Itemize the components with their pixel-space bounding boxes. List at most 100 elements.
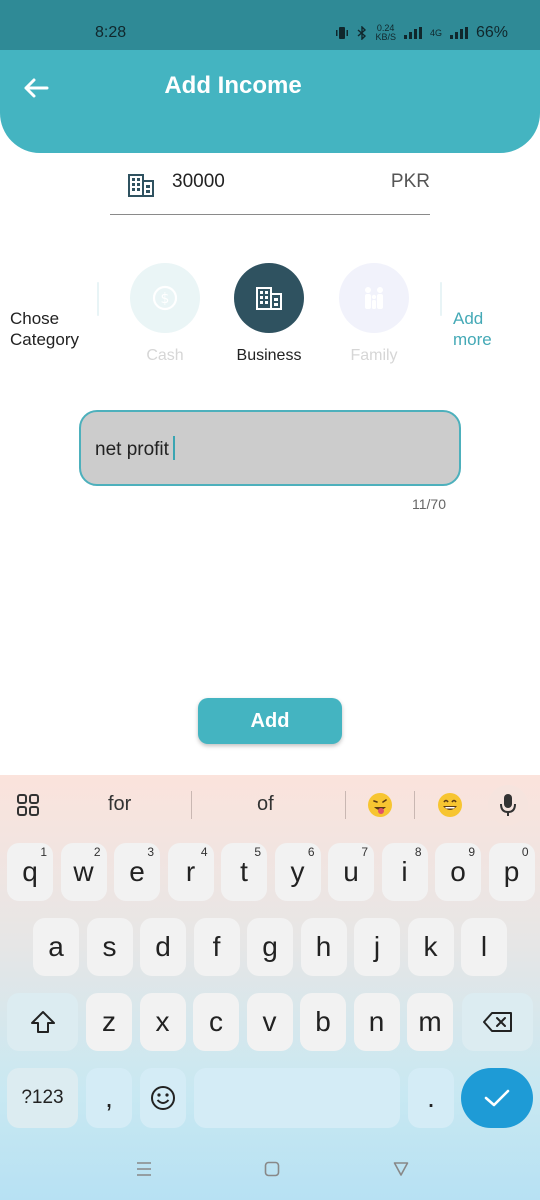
category-cash[interactable]: $ Cash [130, 263, 200, 365]
suggestion-2[interactable]: of [257, 793, 274, 816]
key-k[interactable]: k [407, 918, 454, 976]
key-o[interactable]: o9 [435, 843, 481, 901]
backspace-icon [482, 1012, 512, 1032]
signal-icon-2 [449, 27, 468, 39]
add-more-link[interactable]: Add more [453, 308, 492, 350]
key-letter: y [290, 856, 305, 887]
key-letter: o [450, 856, 466, 887]
key-e[interactable]: e3 [114, 843, 160, 901]
note-value: net profit [95, 439, 169, 460]
key-b[interactable]: b [300, 993, 346, 1051]
key-number-hint: 4 [200, 845, 208, 859]
note-text: net profit [95, 436, 175, 461]
scroll-edge-left [97, 282, 99, 316]
menu-lines-icon [137, 1162, 151, 1176]
key-a[interactable]: a [33, 918, 79, 976]
apps-grid-icon [17, 794, 39, 816]
key-number-hint: 2 [93, 845, 101, 859]
currency-label: PKR [390, 171, 430, 192]
home-button[interactable] [264, 1161, 280, 1182]
key-i[interactable]: i8 [381, 843, 428, 901]
key-z[interactable]: z [86, 993, 132, 1051]
apps-grid-button[interactable] [12, 789, 44, 821]
key-w[interactable]: w2 [60, 843, 107, 901]
space-key[interactable] [194, 1068, 400, 1128]
add-button[interactable]: Add [198, 698, 342, 744]
category-family-label: Family [350, 347, 398, 364]
bluetooth-icon [357, 26, 367, 40]
scroll-edge-right [440, 282, 442, 316]
key-letter: t [240, 856, 248, 887]
navigation-bar [0, 1155, 540, 1185]
suggestion-divider [414, 791, 415, 819]
speed-unit: KB/S [375, 32, 396, 42]
key-h[interactable]: h [300, 918, 347, 976]
key-p[interactable]: p0 [488, 843, 535, 901]
key-s[interactable]: s [86, 918, 133, 976]
period-key[interactable]: . [408, 1068, 454, 1128]
category-business[interactable]: Business [234, 263, 304, 365]
page-title: Add Income [164, 72, 302, 99]
category-family[interactable]: Family [339, 263, 409, 365]
status-icons: 0.24 KB/S 4G 66% [335, 24, 508, 42]
recent-apps-button[interactable] [136, 1161, 152, 1182]
key-x[interactable]: x [139, 993, 186, 1051]
key-l[interactable]: l [461, 918, 507, 976]
add-income-screen: 8:28 0.24 KB/S 4G 66% Add Income 3 0000 P… [0, 0, 540, 1200]
battery-level: 66% [475, 24, 508, 41]
category-cash-circle: $ [130, 263, 200, 333]
backspace-key[interactable] [462, 993, 533, 1051]
key-number-hint: 0 [521, 845, 529, 859]
category-business-circle [234, 263, 304, 333]
winking-tongue-emoji-icon [368, 793, 392, 817]
key-c[interactable]: c [193, 993, 239, 1051]
key-number-hint: 5 [254, 845, 261, 859]
status-bar: 8:28 0.24 KB/S 4G 66% [0, 0, 540, 50]
shift-arrow-icon [30, 1011, 55, 1033]
voice-input-button[interactable] [488, 785, 528, 825]
comma-key[interactable]: , [86, 1068, 132, 1128]
category-label: Chose Category [10, 309, 79, 349]
key-t[interactable]: t5 [221, 843, 267, 901]
signal-icon [403, 27, 422, 39]
key-q[interactable]: q1 [7, 843, 53, 901]
emoji-suggestion-1[interactable] [364, 789, 396, 821]
amount-field[interactable]: 30000 PKR [110, 165, 430, 215]
symbols-key[interactable]: ?123 [7, 1068, 78, 1128]
emoji-suggestion-2[interactable] [434, 789, 466, 821]
text-caret [172, 436, 175, 460]
suggestion-1[interactable]: for [108, 793, 131, 816]
family-icon [365, 287, 383, 309]
key-letter: q [22, 856, 38, 887]
note-input[interactable]: net profit [79, 410, 461, 486]
key-u[interactable]: u7 [328, 843, 374, 901]
back-nav-button[interactable] [393, 1161, 409, 1182]
suggestion-bar: for of [0, 775, 540, 835]
key-r[interactable]: r4 [167, 843, 214, 901]
suggestion-divider [191, 791, 192, 819]
key-number-hint: 3 [147, 845, 154, 859]
key-letter: w [73, 856, 94, 887]
building-icon [128, 174, 154, 197]
key-number-hint: 8 [414, 845, 422, 859]
key-y[interactable]: y6 [274, 843, 321, 901]
key-d[interactable]: d [140, 918, 186, 976]
grinning-emoji-icon [438, 793, 462, 817]
key-g[interactable]: g [247, 918, 293, 976]
key-letter: u [343, 856, 359, 887]
key-v[interactable]: v [246, 993, 293, 1051]
vibrate-icon [336, 27, 349, 39]
building-icon [256, 287, 282, 310]
network-type: 4G [429, 27, 442, 38]
emoji-key[interactable] [140, 1068, 186, 1128]
shift-key[interactable] [7, 993, 78, 1051]
category-business-label: Business [236, 347, 302, 364]
checkmark-icon [484, 1089, 510, 1107]
key-f[interactable]: f [193, 918, 240, 976]
enter-key[interactable] [461, 1068, 533, 1128]
triangle-back-icon [393, 1162, 409, 1176]
key-n[interactable]: n [353, 993, 400, 1051]
smiley-icon [151, 1086, 175, 1110]
key-m[interactable]: m [407, 993, 453, 1051]
key-j[interactable]: j [354, 918, 400, 976]
